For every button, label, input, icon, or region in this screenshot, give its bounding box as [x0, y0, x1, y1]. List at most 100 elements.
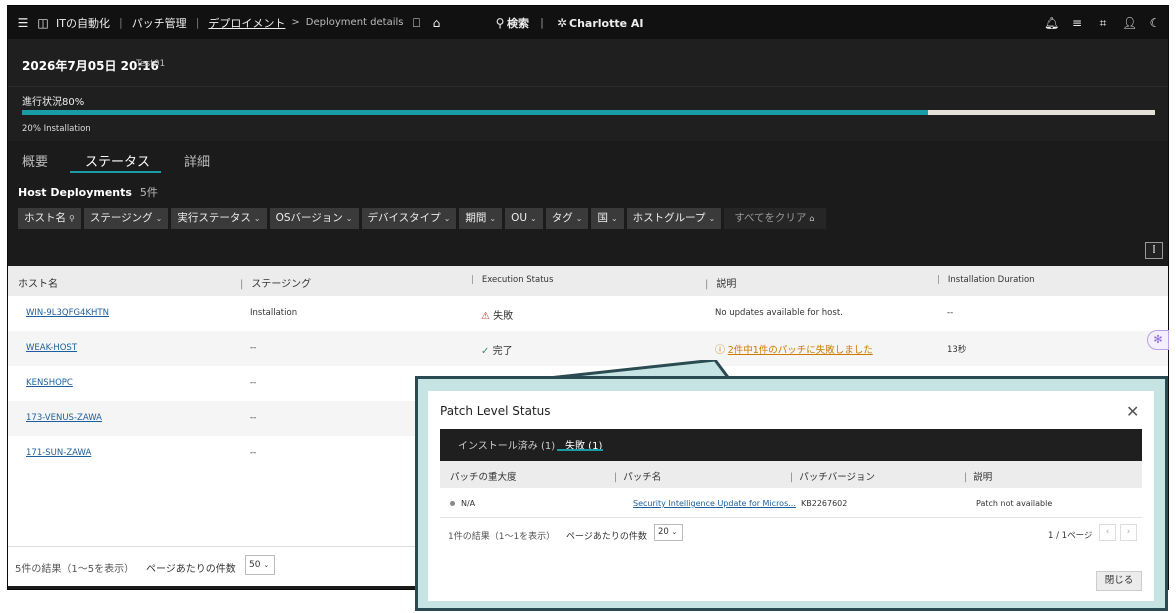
host-deployments-title: Host Deployments — [18, 186, 132, 199]
column-header-patch-version[interactable]: | パッチバージョン — [790, 469, 875, 483]
queue-icon[interactable]: ≡ — [1070, 16, 1084, 30]
description-cell[interactable]: ⓘ 2件中1件のパッチに失敗しました — [715, 341, 873, 356]
description-cell: No updates available for host. — [715, 308, 843, 318]
chevron-down-icon: ⌄ — [708, 214, 716, 223]
filter-os-version[interactable]: OSバージョン ⌄ — [269, 208, 359, 229]
filter-label: ホストグループ — [632, 212, 706, 224]
column-header-description[interactable]: | 説明 — [705, 275, 736, 290]
filter-tag[interactable]: タグ ⌄ — [545, 208, 589, 229]
app-title[interactable]: ITの自動化 — [56, 15, 110, 31]
progress-bar-fill — [22, 110, 929, 115]
automation-icon: ◫ — [37, 15, 49, 30]
developer-icon[interactable]: ⌗ — [1096, 16, 1110, 30]
section-title[interactable]: パッチ管理 — [132, 15, 187, 31]
previous-page-button[interactable]: ‹ — [1099, 524, 1116, 541]
progress-section: 進行状況80% 20% Installation — [8, 87, 1168, 141]
staging-cell: -- — [250, 448, 257, 458]
patch-name-link[interactable]: Security Intelligence Update for Micros.… — [633, 499, 796, 508]
table-row: N/A Security Intelligence Update for Mic… — [440, 488, 1142, 518]
failed-patches-link[interactable]: 2件中1件のパッチに失敗しました — [728, 345, 873, 356]
filter-host-group[interactable]: ホストグループ ⌄ — [626, 208, 722, 229]
filter-bar: ホスト名 ⚲ ステージング ⌄ 実行ステータス ⌄ OSバージョン ⌄ デバイスタイプ ⌄… — [18, 208, 827, 229]
top-navigation-bar: ☰ ◫ ITの自動化 | パッチ管理 | デプロイメント > Deploymen… — [8, 6, 1168, 39]
column-header-severity[interactable]: パッチの重大度 — [450, 469, 517, 483]
search-button[interactable]: ⚲ 検索 — [493, 15, 529, 31]
status-cell: ✓ 完了 — [481, 342, 513, 357]
host-link[interactable]: WIN-9L3QFG4KHTN — [26, 308, 109, 318]
charlotte-ai-side-icon[interactable]: ✻ — [1147, 330, 1169, 350]
tab-status[interactable]: ステータス — [85, 151, 150, 170]
chevron-down-icon: ⌄ — [253, 214, 261, 223]
filter-hostname[interactable]: ホスト名 ⚲ — [18, 208, 81, 229]
filter-period[interactable]: 期間 ⌄ — [459, 208, 503, 229]
home-icon[interactable]: ⌂ — [429, 16, 443, 30]
charlotte-ai-icon: ✲ — [557, 15, 568, 30]
breadcrumb-separator: | — [195, 16, 200, 29]
notification-bell-icon[interactable]: 🔔︎ — [1044, 16, 1059, 30]
charlotte-ai-button[interactable]: ✲ Charlotte AI — [555, 16, 644, 30]
status-cell: ⚠ 失敗 — [481, 307, 513, 322]
dialog-table-header: パッチの重大度 | パッチ名 | パッチバージョン | 説明 — [440, 461, 1142, 488]
filter-label: 実行ステータス — [177, 212, 251, 224]
filter-device-type[interactable]: デバイスタイプ ⌄ — [361, 208, 457, 229]
close-icon[interactable]: ✕ — [1126, 402, 1139, 421]
filter-label: デバイスタイプ — [367, 212, 441, 224]
tab-details[interactable]: 詳細 — [184, 151, 210, 170]
host-link[interactable]: 173-VENUS-ZAWA — [26, 413, 102, 423]
column-header-hostname[interactable]: ホスト名 — [18, 275, 58, 290]
table-row: WIN-9L3QFG4KHTN Installation ⚠ 失敗 No upd… — [8, 296, 1168, 331]
tab-installed[interactable]: インストール済み (1) — [458, 437, 555, 452]
clear-all-filters-button[interactable]: すべてをクリア ⌂ — [724, 208, 827, 229]
dark-mode-icon[interactable]: ☾ — [1148, 16, 1162, 30]
patch-version-cell: KB2267602 — [801, 499, 848, 508]
column-header-installation-duration[interactable]: | Installation Duration — [937, 275, 1035, 285]
staging-cell: -- — [250, 378, 257, 388]
host-link[interactable]: KENSHOPC — [26, 378, 73, 388]
dialog-title: Patch Level Status — [440, 404, 551, 418]
column-settings-icon[interactable]: ⫿ — [1145, 242, 1163, 259]
table-header: ホスト名 | ステージング | Execution Status | 説明 | Inst… — [8, 266, 1168, 296]
filter-label: ホスト名 — [24, 212, 66, 224]
status-label: 完了 — [492, 346, 513, 357]
search-label: 検索 — [507, 16, 529, 30]
dialog-results-summary: 1件の結果（1～1を表示） — [448, 532, 556, 542]
column-header-label: Execution Status — [481, 275, 554, 285]
column-header-description[interactable]: | 説明 — [964, 469, 992, 483]
filter-execution-status[interactable]: 実行ステータス ⌄ — [171, 208, 267, 229]
breadcrumb-deployments-link[interactable]: デプロイメント — [208, 15, 285, 31]
chevron-down-icon: ⌄ — [443, 214, 451, 223]
tab-overview[interactable]: 概要 — [22, 151, 48, 170]
per-page-value: 50 — [249, 560, 261, 570]
dialog-close-button[interactable]: 閉じる — [1096, 571, 1142, 591]
column-header-execution-status[interactable]: | Execution Status — [471, 275, 553, 285]
menu-icon[interactable]: ☰ — [16, 16, 30, 30]
column-header-label: パッチバージョン — [799, 472, 876, 483]
chevron-down-icon: ⌄ — [530, 214, 537, 223]
deployment-header: 2026年7月05日 20:16 Test01 — [8, 39, 1168, 87]
filter-ou[interactable]: OU ⌄ — [505, 208, 543, 229]
column-header-staging[interactable]: | ステージング — [240, 275, 311, 290]
deployment-name: Test01 — [136, 59, 166, 69]
severity-cell: N/A — [450, 499, 475, 508]
host-link[interactable]: WEAK-HOST — [26, 343, 77, 353]
filter-country[interactable]: 国 ⌄ — [591, 208, 624, 229]
active-tab-indicator — [70, 171, 161, 173]
severity-dot-icon — [450, 501, 455, 506]
host-deployments-heading: Host Deployments 5件 — [18, 184, 158, 200]
dialog-per-page-select[interactable]: 20 ⌄ — [654, 524, 683, 541]
host-deployments-count: 5件 — [139, 186, 158, 199]
filter-staging[interactable]: ステージング ⌄ — [83, 208, 169, 229]
column-header-patch-name[interactable]: | パッチ名 — [614, 469, 661, 483]
user-icon[interactable]: 👤︎ — [1122, 16, 1137, 30]
dialog-tab-bar: インストール済み (1) 失敗 (1) — [440, 429, 1142, 461]
per-page-select[interactable]: 50 ⌄ — [245, 555, 275, 575]
next-page-button[interactable]: › — [1120, 524, 1137, 541]
topbar-separator: | — [540, 16, 545, 29]
duration-cell: -- — [947, 308, 954, 318]
duration-cell: 13秒 — [947, 345, 967, 355]
charlotte-ai-label: Charlotte AI — [569, 16, 644, 30]
chevron-down-icon: ⌄ — [671, 528, 678, 536]
host-link[interactable]: 171-SUN-ZAWA — [26, 448, 91, 458]
bookmark-icon[interactable]: ⎕ — [409, 16, 423, 30]
search-icon: ⚲ — [69, 214, 75, 223]
